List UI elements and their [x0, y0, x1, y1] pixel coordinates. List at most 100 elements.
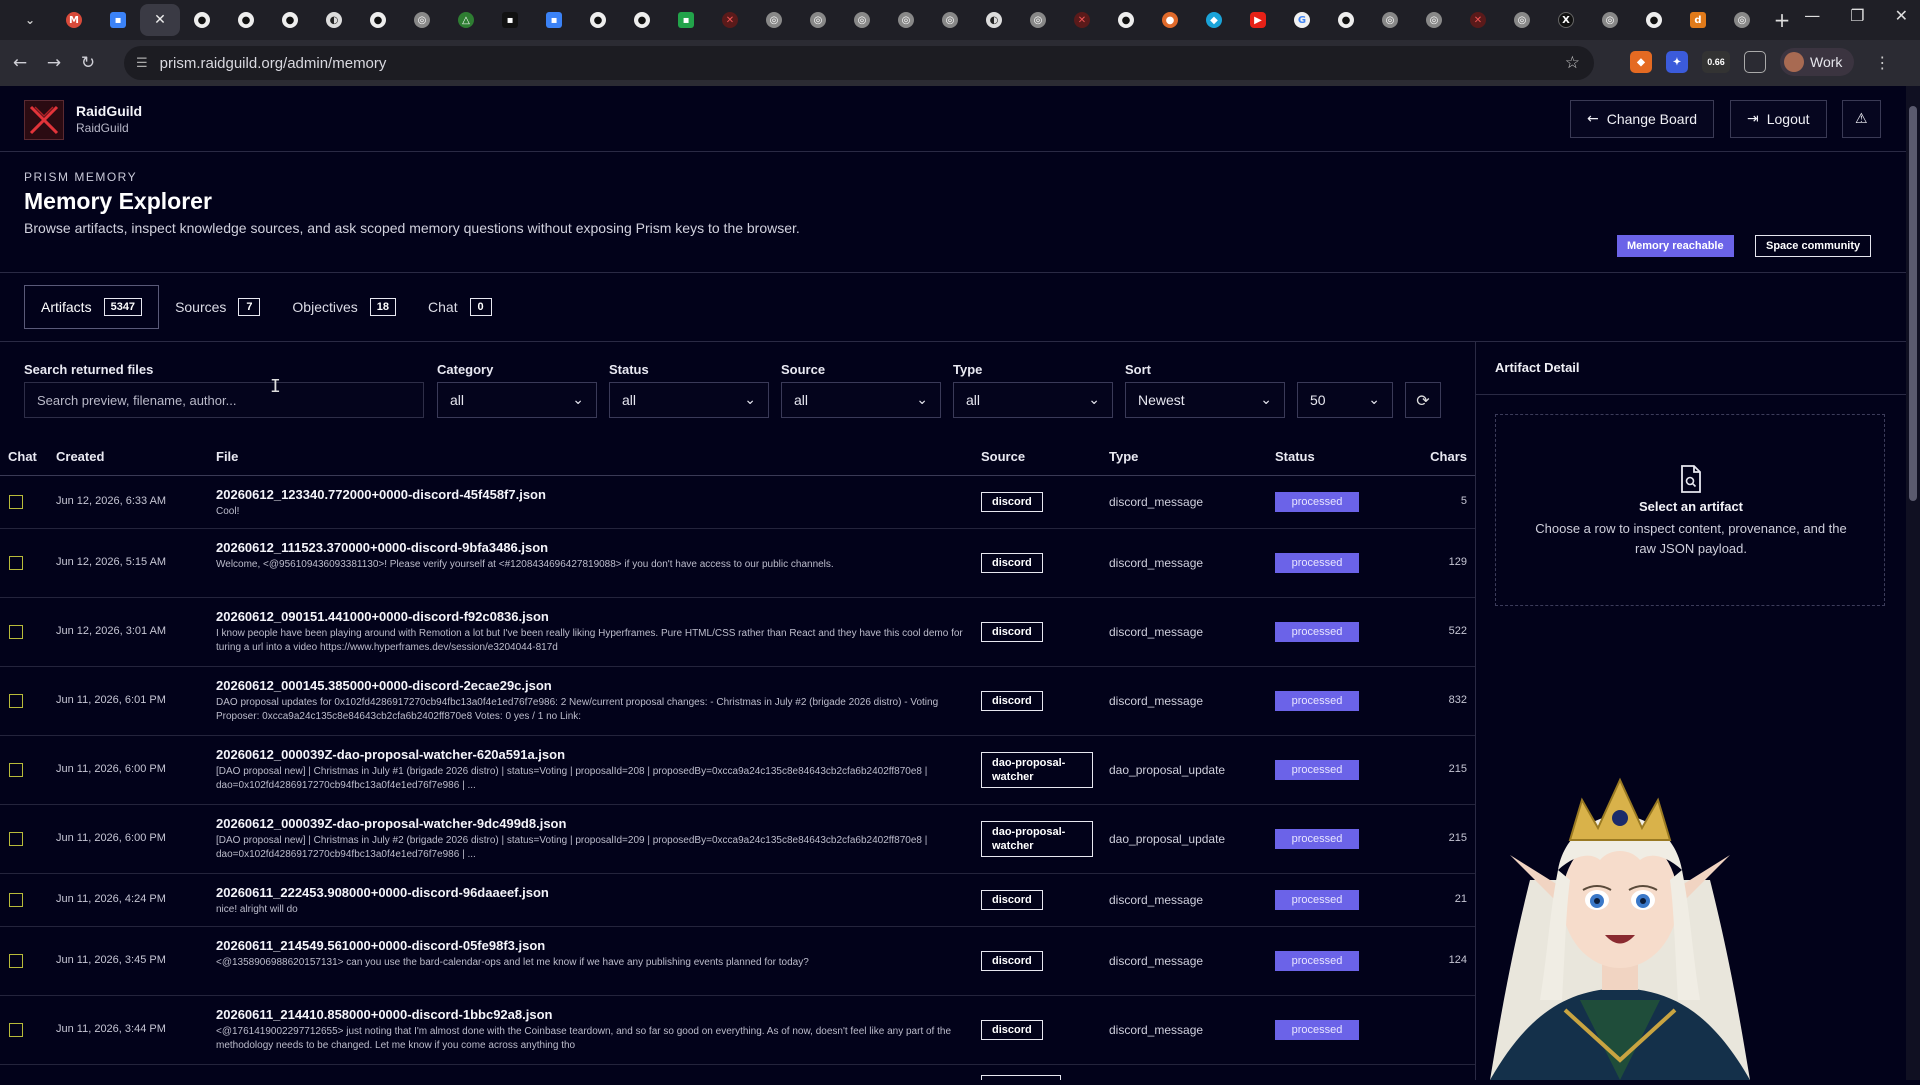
tab-favicon[interactable]: d	[1676, 4, 1720, 36]
alert-button[interactable]: ⚠	[1842, 100, 1881, 138]
tab-favicon[interactable]: ◆	[1192, 4, 1236, 36]
tab-favicon[interactable]: ◎	[840, 4, 884, 36]
tab-x[interactable]: X	[1544, 4, 1588, 36]
tab-github[interactable]: ●	[180, 4, 224, 36]
chat-checkbox[interactable]	[9, 893, 23, 907]
status-select[interactable]: all ⌄	[609, 382, 769, 418]
chat-checkbox[interactable]	[9, 625, 23, 639]
browser-menu-icon[interactable]: ⋮	[1874, 53, 1890, 72]
reload-icon[interactable]: ↻	[74, 49, 102, 77]
sort-select[interactable]: Newest ⌄	[1125, 382, 1285, 418]
extension-puzzle-icon[interactable]: ✦	[1666, 51, 1688, 73]
restore-icon[interactable]: ❐	[1850, 6, 1864, 25]
chat-checkbox[interactable]	[9, 954, 23, 968]
tab-github[interactable]: ●	[620, 4, 664, 36]
tab-favicon[interactable]: ◎	[928, 4, 972, 36]
tab-gmail[interactable]: M	[52, 4, 96, 36]
tab-github[interactable]: ●	[1104, 4, 1148, 36]
table-row[interactable]: Jun 11, 2026, 6:00 PM 20260612_000039Z-d…	[0, 805, 1475, 874]
tab-active-close[interactable]: ✕	[140, 4, 180, 36]
tab-youtube[interactable]: ▶	[1236, 4, 1280, 36]
tab-github[interactable]: ●	[576, 4, 620, 36]
new-tab-button[interactable]: +	[1764, 4, 1800, 36]
tab-chat[interactable]: Chat 0	[412, 285, 508, 329]
page-size-select[interactable]: 50 ⌄	[1297, 382, 1393, 418]
tab-github[interactable]: ●	[1324, 4, 1368, 36]
file-name: 20260612_000039Z-dao-proposal-watcher-9d…	[216, 816, 567, 831]
table-row[interactable]: Jun 11, 2026, 3:44 PM 20260611_214410.85…	[0, 996, 1475, 1065]
chat-checkbox[interactable]	[9, 495, 23, 509]
tab-favicon[interactable]: △	[444, 4, 488, 36]
tab-artifacts[interactable]: Artifacts 5347	[24, 285, 160, 329]
table-row[interactable]: Jun 11, 2026, 4:24 PM 20260611_222453.90…	[0, 874, 1475, 927]
type-select[interactable]: all ⌄	[953, 382, 1113, 418]
page-scrollbar[interactable]	[1906, 86, 1920, 1080]
url-field[interactable]: ☰ prism.raidguild.org/admin/memory ☆	[124, 46, 1594, 80]
tab-favicon[interactable]: ▪	[96, 4, 140, 36]
tab-favicon[interactable]: ◎	[796, 4, 840, 36]
tab-raidguild[interactable]: ✕	[1456, 4, 1500, 36]
table-row[interactable]: Jun 11, 2026, 3:45 PM 20260611_214549.56…	[0, 927, 1475, 996]
tab-raidguild[interactable]: ✕	[1060, 4, 1104, 36]
tab-list-button[interactable]: ⌄	[8, 4, 52, 36]
tab-favicon[interactable]: ◎	[1588, 4, 1632, 36]
back-icon[interactable]: ←	[6, 49, 34, 77]
chat-checkbox[interactable]	[9, 556, 23, 570]
change-board-button[interactable]: ← Change Board	[1570, 100, 1715, 138]
profile-button[interactable]: Work	[1780, 48, 1855, 76]
chevron-down-icon: ⌄	[1368, 392, 1380, 408]
tab-github[interactable]: ●	[224, 4, 268, 36]
tab-raidguild[interactable]: ✕	[708, 4, 752, 36]
extension-fox-icon[interactable]: ◆	[1630, 51, 1652, 73]
tab-favicon[interactable]: ●	[1148, 4, 1192, 36]
forward-icon[interactable]: →	[40, 49, 68, 77]
tab-favicon[interactable]: ◎	[1412, 4, 1456, 36]
table-row[interactable]: Jun 12, 2026, 5:15 AM 20260612_111523.37…	[0, 529, 1475, 598]
tab-objectives[interactable]: Objectives 18	[276, 285, 412, 329]
search-input[interactable]: Search preview, filename, author...	[24, 382, 424, 418]
tab-favicon[interactable]: ◎	[1500, 4, 1544, 36]
source-select[interactable]: all ⌄	[781, 382, 941, 418]
tab-count-badge: 18	[369, 298, 397, 316]
tab-favicon[interactable]: ▪	[532, 4, 576, 36]
raidguild-logo[interactable]	[24, 100, 64, 140]
extensions-menu-icon[interactable]	[1744, 51, 1766, 73]
category-select[interactable]: all ⌄	[437, 382, 597, 418]
tab-favicon[interactable]: ▪	[664, 4, 708, 36]
tab-favicon[interactable]: ◎	[1016, 4, 1060, 36]
logout-button[interactable]: ⇥ Logout	[1730, 100, 1827, 138]
site-info-icon[interactable]: ☰	[136, 56, 148, 71]
scrollbar-thumb[interactable]	[1909, 106, 1917, 501]
chat-checkbox[interactable]	[9, 763, 23, 777]
tab-favicon[interactable]: ◎	[1368, 4, 1412, 36]
chars-count: 522	[1448, 625, 1467, 637]
table-row[interactable]: Jun 12, 2026, 3:01 AM 20260612_090151.44…	[0, 598, 1475, 667]
chat-checkbox[interactable]	[9, 694, 23, 708]
bookmark-star-icon[interactable]: ☆	[1565, 53, 1580, 73]
table-row[interactable]: Jun 12, 2026, 6:33 AM 20260612_123340.77…	[0, 476, 1475, 529]
tab-sources[interactable]: Sources 7	[159, 285, 276, 329]
refresh-button[interactable]: ⟳	[1405, 382, 1441, 418]
table-row[interactable]: Jun 11, 2026, 6:01 PM 20260612_000145.38…	[0, 667, 1475, 736]
extension-badge[interactable]: 0.66	[1702, 51, 1730, 73]
tab-favicon[interactable]: ◎	[752, 4, 796, 36]
tab-favicon[interactable]: ◎	[1720, 4, 1764, 36]
status-value: all	[622, 392, 637, 408]
tab-favicon[interactable]: ◎	[884, 4, 928, 36]
tab-favicon[interactable]: ◐	[312, 4, 356, 36]
tab-github[interactable]: ●	[268, 4, 312, 36]
file-preview: Welcome, <@956109436093381130>! Please v…	[216, 559, 834, 570]
close-window-icon[interactable]: ✕	[1895, 6, 1908, 25]
chat-checkbox[interactable]	[9, 1023, 23, 1037]
tab-google[interactable]: G	[1280, 4, 1324, 36]
tab-favicon[interactable]: ◐	[972, 4, 1016, 36]
table-row[interactable]	[0, 1065, 1475, 1080]
table-row[interactable]: Jun 11, 2026, 6:00 PM 20260612_000039Z-d…	[0, 736, 1475, 805]
tab-github[interactable]: ●	[1632, 4, 1676, 36]
tab-favicon[interactable]: ▪	[488, 4, 532, 36]
tab-github[interactable]: ●	[356, 4, 400, 36]
tab-favicon[interactable]: ◎	[400, 4, 444, 36]
column-header-chars: Chars	[1430, 449, 1467, 464]
chat-checkbox[interactable]	[9, 832, 23, 846]
minimize-icon[interactable]: —	[1804, 6, 1820, 25]
